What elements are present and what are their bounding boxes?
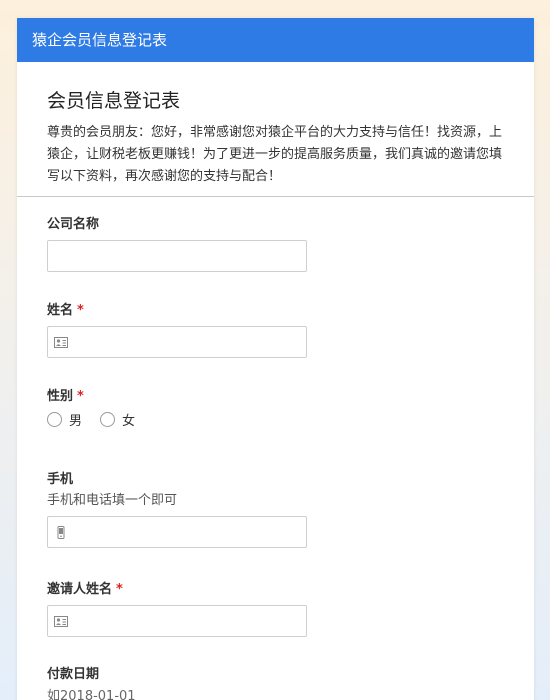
company-input[interactable] [48, 241, 306, 271]
radio-button[interactable] [47, 412, 62, 427]
company-label: 公司名称 [47, 217, 100, 232]
name-field: 姓名 * [47, 302, 307, 358]
radio-button[interactable] [100, 412, 116, 427]
form-header-bar: 猿企会员信息登记表 [17, 18, 534, 62]
company-input-box [47, 240, 307, 272]
phone-label: 手机 [47, 472, 74, 487]
form-card: 猿企会员信息登记表 会员信息登记表 尊贵的会员朋友：您好，非常感谢您对猿企平台的… [17, 18, 534, 700]
pay-date-label: 付款日期 [47, 667, 100, 682]
phone-input[interactable] [48, 517, 306, 547]
inviter-field: 邀请人姓名 * [47, 581, 307, 637]
gender-radio-group: 男 女 [47, 410, 153, 429]
pay-date-placeholder[interactable]: 如2018-01-01 [47, 688, 136, 700]
mobile-phone-icon [57, 526, 65, 539]
inviter-label: 邀请人姓名 * [47, 582, 123, 597]
gender-option-male[interactable]: 男 [47, 410, 82, 429]
required-mark: * [116, 582, 123, 597]
header-title: 猿企会员信息登记表 [32, 31, 168, 49]
phone-field: 手机 手机和电话填一个即可 [47, 471, 307, 548]
contact-card-icon [54, 337, 68, 348]
gender-option-female[interactable]: 女 [100, 410, 135, 429]
form-title: 会员信息登记表 [47, 90, 181, 112]
inviter-input[interactable] [48, 606, 306, 636]
company-field: 公司名称 [47, 216, 307, 272]
required-mark: * [77, 303, 84, 318]
phone-input-box [47, 516, 307, 548]
form-intro: 会员信息登记表 尊贵的会员朋友：您好，非常感谢您对猿企平台的大力支持与信任！找资… [17, 62, 534, 188]
gender-field: 性别 * 男 女 [47, 388, 153, 429]
form-description: 尊贵的会员朋友：您好，非常感谢您对猿企平台的大力支持与信任！找资源，上猿企，让财… [47, 125, 503, 184]
inviter-input-box [47, 605, 307, 637]
intro-divider [17, 196, 534, 197]
name-input[interactable] [48, 327, 306, 357]
phone-hint: 手机和电话填一个即可 [47, 493, 178, 508]
required-mark: * [77, 389, 84, 404]
name-label: 姓名 * [47, 303, 84, 318]
pay-date-field: 付款日期 如2018-01-01 [47, 666, 136, 700]
gender-label: 性别 * [47, 389, 84, 404]
contact-card-icon [54, 616, 68, 627]
name-input-box [47, 326, 307, 358]
